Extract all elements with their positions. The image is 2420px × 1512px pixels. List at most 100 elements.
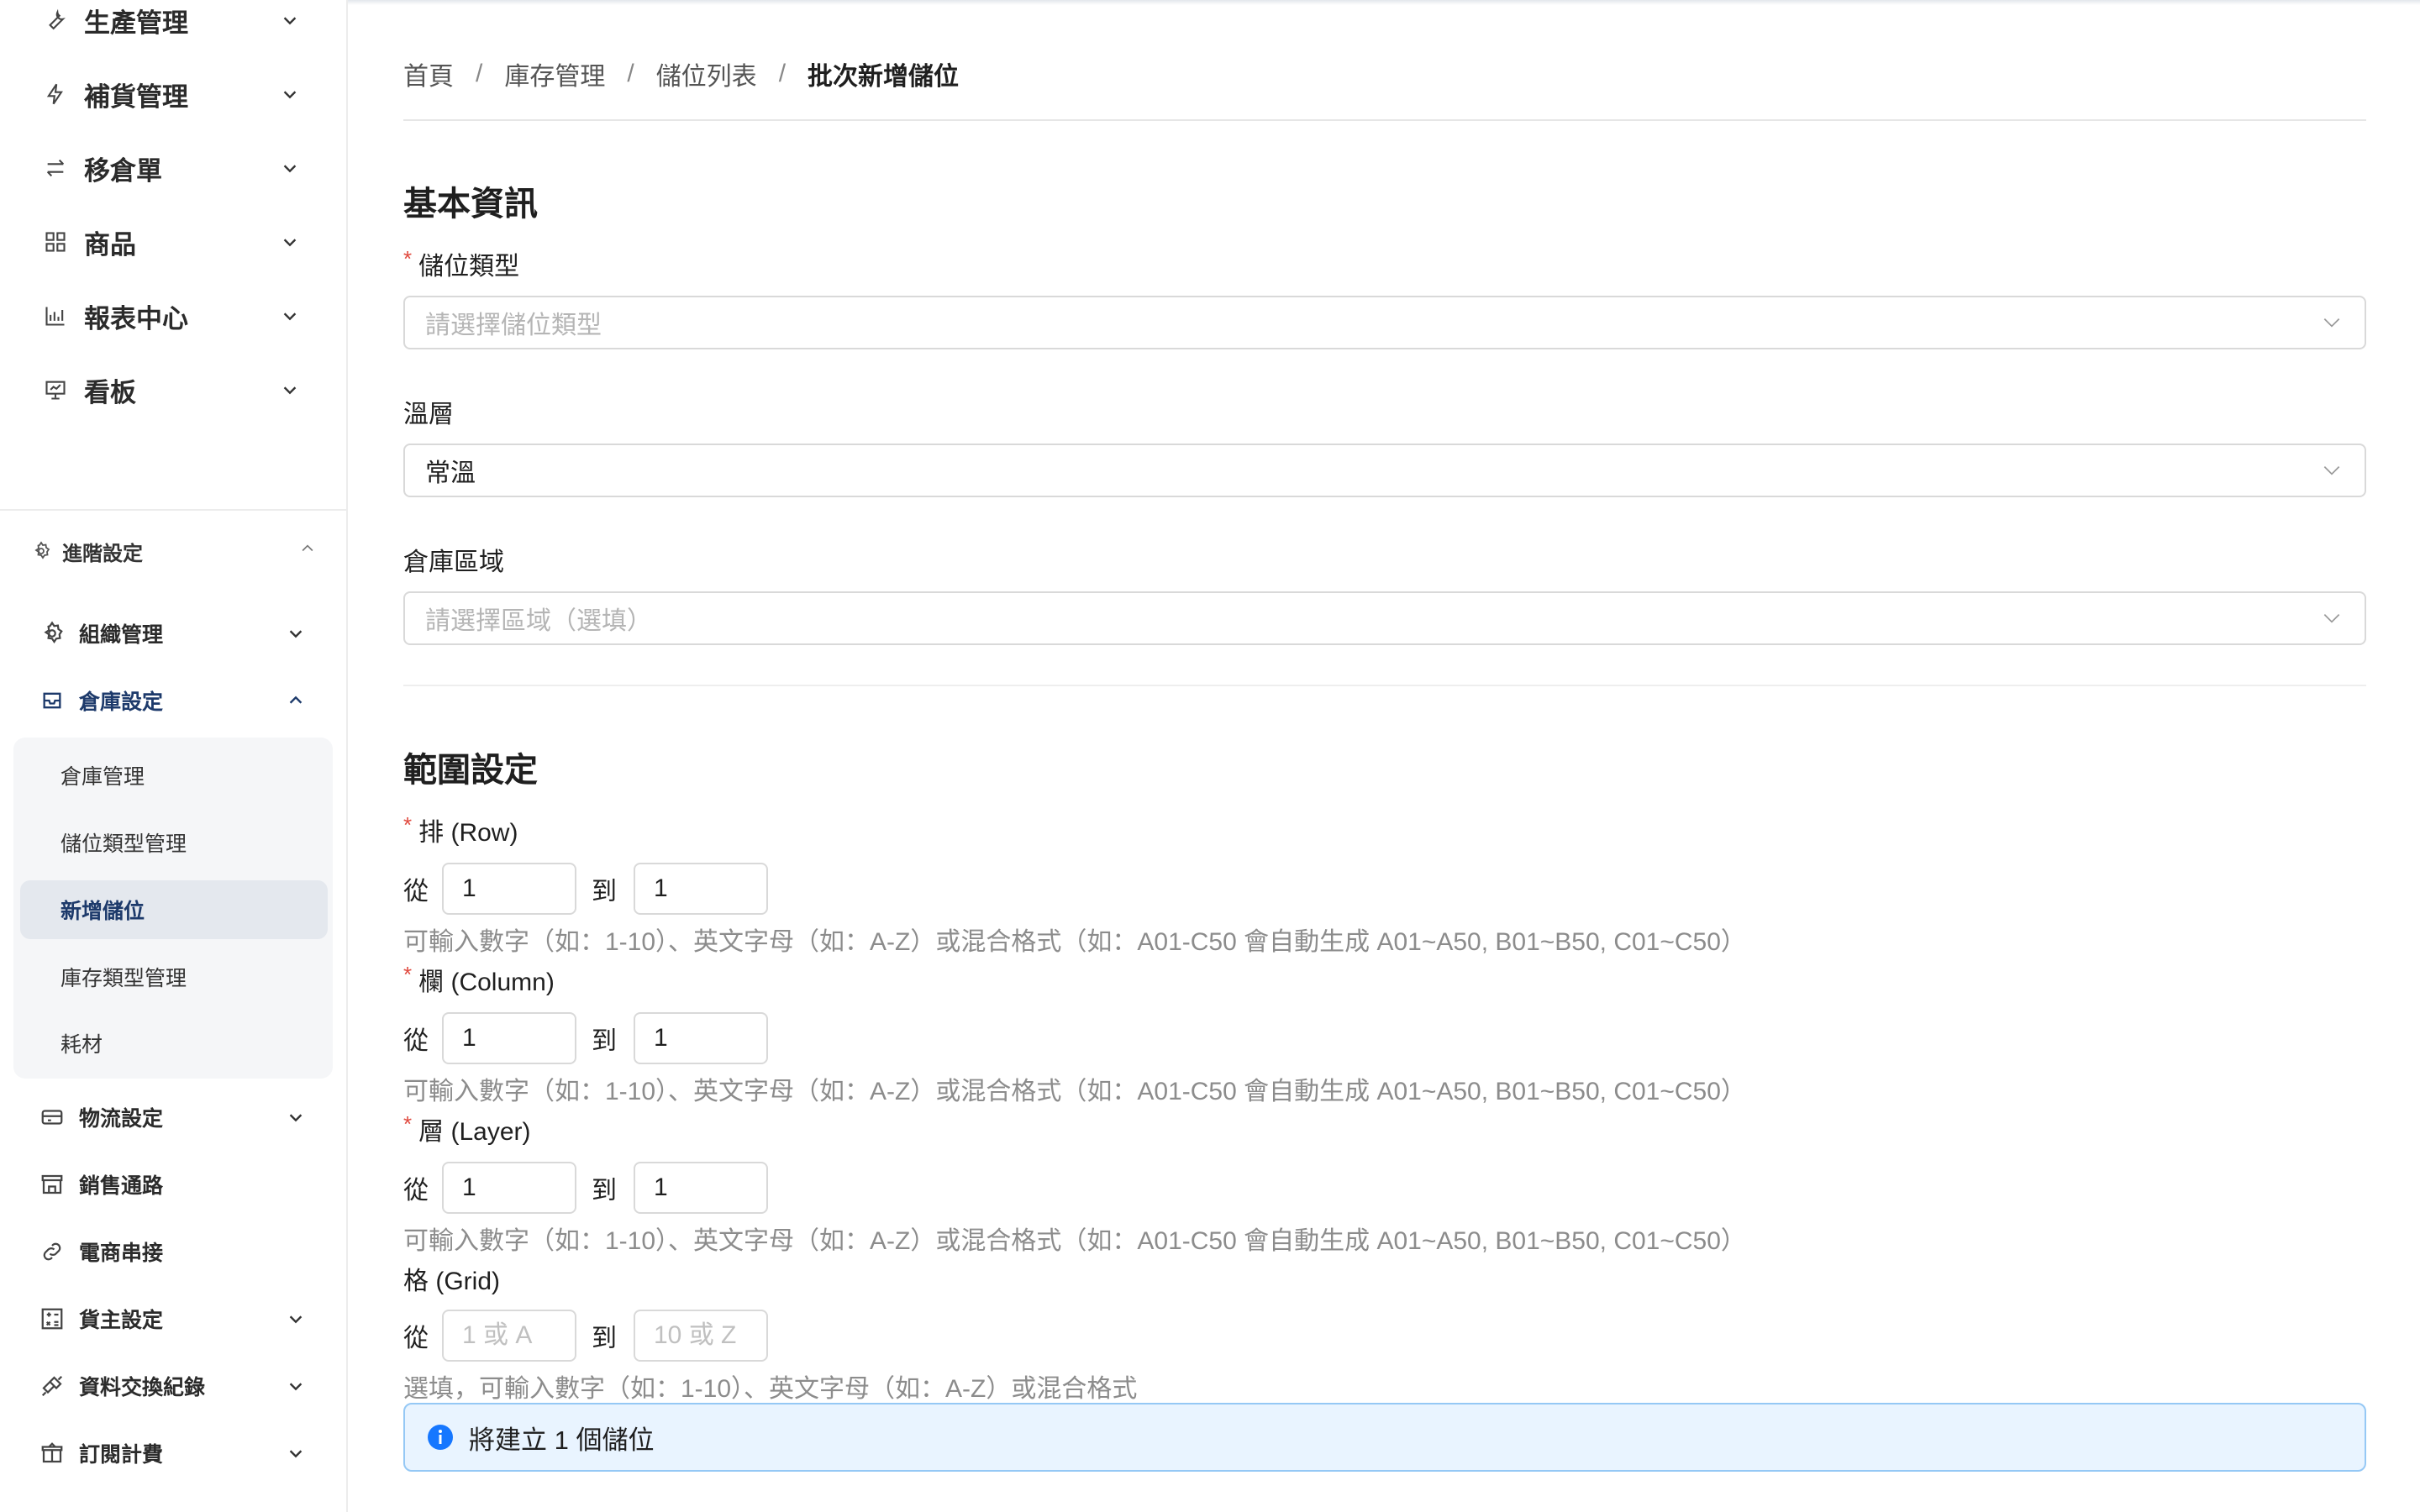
to-label: 到 [592, 1027, 617, 1055]
from-label: 從 [403, 878, 429, 906]
to-label: 到 [592, 1177, 617, 1205]
summary-text: 將建立 1 個儲位 [469, 1425, 655, 1455]
row-from-input[interactable] [442, 863, 576, 915]
wrench-icon [42, 7, 69, 34]
lightning-icon [42, 81, 69, 108]
section-label: 進階設定 [62, 542, 143, 565]
gear-icon [30, 540, 52, 562]
chevron-down-icon [284, 1374, 308, 1398]
truck-icon [39, 1104, 66, 1131]
temperature-select[interactable]: 常溫 [403, 444, 2366, 497]
row-label-text: 排 (Row) [418, 819, 518, 847]
sidebar-item-dashboard[interactable]: 看板 [42, 365, 302, 415]
to-label: 到 [592, 1325, 617, 1352]
submenu-item-location-type-management[interactable]: 儲位類型管理 [20, 813, 328, 872]
submenu-item-warehouse-management[interactable]: 倉庫管理 [20, 746, 328, 805]
from-label: 從 [403, 1027, 429, 1055]
column-hint: 可輸入數字（如：1-10）、英文字母（如：A-Z）或混合格式（如：A01-C50… [403, 1078, 1746, 1105]
column-label-text: 欄 (Column) [418, 969, 555, 996]
sidebar-item-label: 電商串接 [79, 1242, 164, 1265]
location-type-placeholder: 請選擇儲位類型 [425, 312, 602, 339]
submenu-item-label: 倉庫管理 [60, 765, 145, 789]
calculator-icon [39, 1305, 66, 1332]
required-mark: * [403, 245, 413, 271]
sidebar-item-label: 貨主設定 [79, 1309, 164, 1332]
breadcrumb-current: 批次新增儲位 [808, 63, 960, 91]
sidebar-item-label: 倉庫設定 [79, 690, 164, 714]
submenu-item-label: 庫存類型管理 [60, 967, 187, 990]
column-from-input[interactable] [442, 1012, 576, 1064]
inbox-icon [39, 687, 66, 714]
temperature-value: 常溫 [425, 459, 476, 487]
header-shadow [348, 0, 2420, 5]
from-label: 從 [403, 1325, 429, 1352]
row-range: 從 到 [403, 862, 768, 916]
location-type-label-text: 儲位類型 [418, 253, 520, 281]
sidebar-item-label: 報表中心 [84, 303, 188, 333]
gift-icon [39, 1440, 66, 1467]
link-icon [39, 1238, 66, 1265]
grid-to-input[interactable] [634, 1310, 768, 1362]
grid-from-input[interactable] [442, 1310, 576, 1362]
sidebar-item-logistics-settings[interactable]: 物流設定 [39, 1094, 308, 1141]
breadcrumb-inventory[interactable]: 庫存管理 [504, 55, 605, 92]
sidebar-item-products[interactable]: 商品 [42, 217, 302, 267]
breadcrumb-separator: / [627, 60, 634, 87]
grid-label: 格 (Grid) [403, 1268, 500, 1295]
breadcrumb-home[interactable]: 首頁 [403, 55, 454, 92]
sidebar-item-data-exchange-log[interactable]: 資料交換紀錄 [39, 1362, 308, 1410]
layer-from-input[interactable] [442, 1162, 576, 1214]
chevron-down-icon [2319, 458, 2344, 483]
required-mark: * [403, 961, 413, 987]
required-mark: * [403, 811, 413, 837]
submenu-item-consumables[interactable]: 耗材 [20, 1014, 328, 1073]
submenu-item-label: 儲位類型管理 [60, 832, 187, 856]
column-to-input[interactable] [634, 1012, 768, 1064]
to-label: 到 [592, 878, 617, 906]
submenu-item-inventory-type-management[interactable]: 庫存類型管理 [20, 948, 328, 1006]
breadcrumb: 首頁 / 庫存管理 / 儲位列表 / 批次新增儲位 [403, 55, 959, 92]
bar-chart-icon [42, 302, 69, 329]
chevron-down-icon [277, 8, 302, 33]
row-hint: 可輸入數字（如：1-10）、英文字母（如：A-Z）或混合格式（如：A01-C50… [403, 928, 1746, 956]
sidebar-item-label: 生產管理 [84, 8, 188, 38]
layer-to-input[interactable] [634, 1162, 768, 1214]
sidebar-item-warehouse-settings[interactable]: 倉庫設定 [39, 677, 308, 724]
sidebar-item-label: 商品 [84, 229, 136, 260]
layer-range: 從 到 [403, 1161, 768, 1215]
chevron-down-icon [277, 81, 302, 107]
sidebar-item-transfer[interactable]: 移倉單 [42, 143, 302, 193]
sidebar-item-label: 補貨管理 [84, 81, 188, 112]
section-title-range-settings: 範圍設定 [403, 752, 538, 789]
chevron-down-icon [277, 303, 302, 328]
layer-label: * 層 (Layer) [403, 1110, 530, 1147]
breadcrumb-location-list[interactable]: 儲位列表 [656, 55, 757, 92]
grid-hint: 選填，可輸入數字（如：1-10）、英文字母（如：A-Z）或混合格式 [403, 1375, 1138, 1403]
sidebar-item-production[interactable]: 生產管理 [42, 0, 302, 45]
chevron-down-icon [284, 1441, 308, 1465]
chevron-down-icon [277, 377, 302, 402]
sidebar-item-sales-channels[interactable]: 銷售通路 [39, 1161, 308, 1208]
submenu-item-add-location[interactable]: 新增儲位 [20, 880, 328, 939]
chevron-down-icon [284, 622, 308, 645]
sidebar-item-label: 物流設定 [79, 1107, 164, 1131]
sidebar-item-ecommerce-integration[interactable]: 電商串接 [39, 1228, 308, 1275]
zone-select[interactable]: 請選擇區域（選填） [403, 591, 2366, 645]
sidebar-item-organization[interactable]: 組織管理 [39, 610, 308, 657]
chevron-down-icon [284, 1105, 308, 1129]
location-type-select[interactable]: 請選擇儲位類型 [403, 296, 2366, 349]
sidebar-item-label: 看板 [84, 377, 136, 407]
sidebar-item-subscription-billing[interactable]: 訂閱計費 [39, 1430, 308, 1477]
sidebar-item-reports[interactable]: 報表中心 [42, 291, 302, 341]
sidebar-item-owner-settings[interactable]: 貨主設定 [39, 1295, 308, 1342]
sidebar-section-advanced-settings[interactable]: 進階設定 [30, 529, 316, 573]
sidebar-item-label: 資料交換紀錄 [79, 1376, 206, 1399]
column-range: 從 到 [403, 1011, 768, 1065]
submenu-item-label: 新增儲位 [60, 900, 145, 923]
summary-alert: 將建立 1 個儲位 [403, 1403, 2366, 1472]
presentation-icon [42, 376, 69, 403]
sidebar-item-replenishment[interactable]: 補貨管理 [42, 69, 302, 119]
sidebar-item-label: 組織管理 [79, 623, 164, 647]
row-to-input[interactable] [634, 863, 768, 915]
sidebar-item-label: 移倉單 [84, 155, 162, 186]
